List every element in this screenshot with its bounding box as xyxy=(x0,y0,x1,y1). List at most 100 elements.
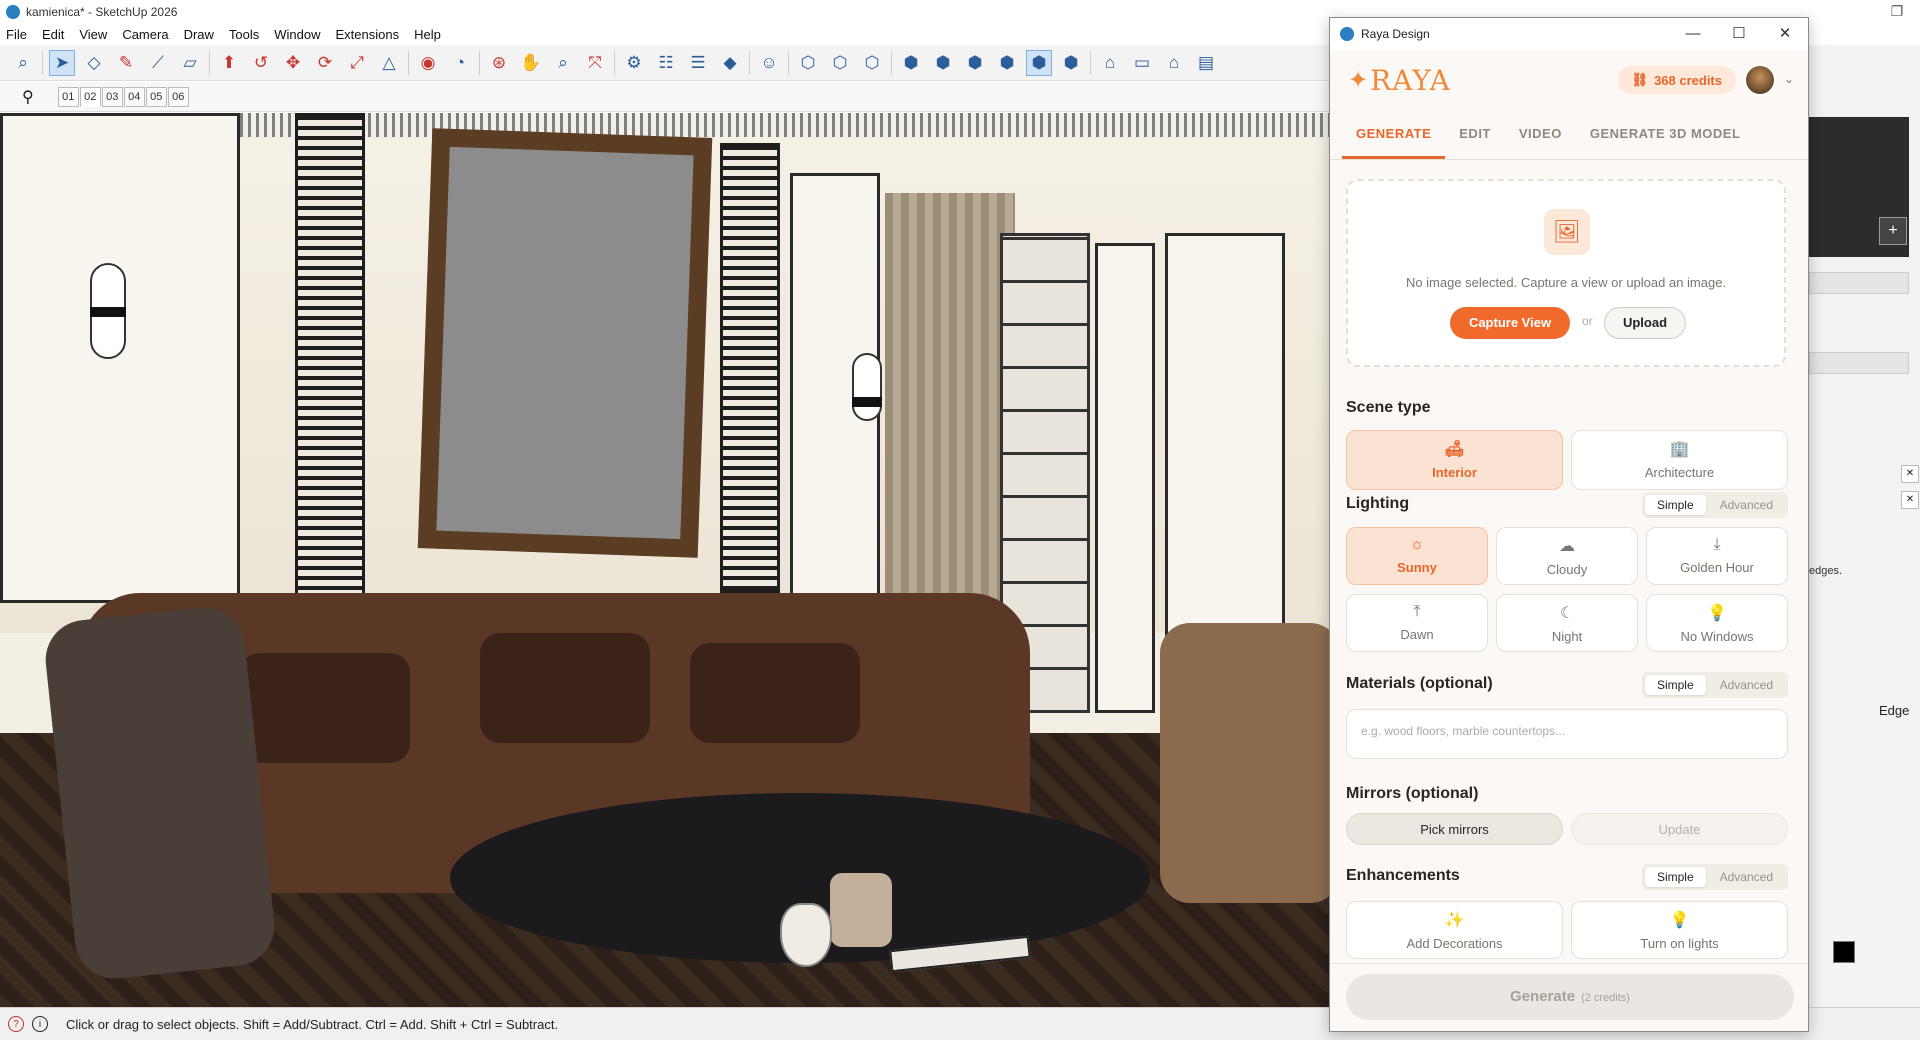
menu-draw[interactable]: Draw xyxy=(184,27,214,42)
materials-mode-toggle: Simple Advanced xyxy=(1641,672,1788,698)
rotate-icon[interactable]: ⟳ xyxy=(312,50,338,76)
menu-help[interactable]: Help xyxy=(414,27,441,42)
lighting-advanced[interactable]: Advanced xyxy=(1708,495,1785,515)
select-tool-icon[interactable]: ➤ xyxy=(49,49,75,76)
top-view-icon[interactable]: ▭ xyxy=(1129,50,1155,76)
warehouse-icon[interactable]: ⚙ xyxy=(621,50,647,76)
enhancements-simple[interactable]: Simple xyxy=(1644,867,1706,887)
enhancement-turn-on-lights[interactable]: 💡 Turn on lights xyxy=(1571,901,1788,959)
lighting-dawn[interactable]: ⤒ Dawn xyxy=(1346,594,1488,652)
scene-tab-02[interactable]: 02 xyxy=(79,86,101,107)
orbit-icon[interactable]: ⊛ xyxy=(486,50,512,76)
shaded-style-icon[interactable]: ⬢ xyxy=(930,50,956,76)
tab-generate-3d-model[interactable]: GENERATE 3D MODEL xyxy=(1576,110,1755,159)
maximize-icon[interactable]: ☐ xyxy=(1716,18,1762,50)
lighting-cloudy[interactable]: ☁ Cloudy xyxy=(1496,527,1638,585)
create-material-icon[interactable]: + xyxy=(1879,217,1907,245)
model-viewport[interactable] xyxy=(0,113,1330,1007)
lighting-golden-hour[interactable]: ⤓ Golden Hour xyxy=(1646,527,1788,585)
close-icon[interactable]: ✕ xyxy=(1901,465,1919,483)
info-icon[interactable]: i xyxy=(32,1016,48,1032)
scene-tab-05[interactable]: 05 xyxy=(145,86,167,107)
layout-icon[interactable]: ☰ xyxy=(685,50,711,76)
zoom-extents-icon[interactable]: ⤧ xyxy=(582,50,608,76)
bulb-icon: 💡 xyxy=(1707,605,1727,622)
offset-icon[interactable]: △ xyxy=(376,50,402,76)
close-icon[interactable]: ✕ xyxy=(1762,18,1808,50)
menu-tools[interactable]: Tools xyxy=(229,27,259,42)
materials-advanced[interactable]: Advanced xyxy=(1708,675,1785,695)
pencil-icon[interactable]: ✎ xyxy=(113,50,139,76)
lighting-simple[interactable]: Simple xyxy=(1644,495,1706,515)
tray-dropdown[interactable] xyxy=(1809,352,1909,374)
follow-me-icon[interactable]: ↺ xyxy=(248,50,274,76)
restore-icon[interactable]: ❐ xyxy=(1874,0,1920,23)
tab-generate[interactable]: GENERATE xyxy=(1342,110,1446,159)
scene-search-icon[interactable]: ⚲ xyxy=(22,87,34,107)
push-pull-icon[interactable]: ⬆ xyxy=(216,50,242,76)
enhancement-add-decorations[interactable]: ✨ Add Decorations xyxy=(1346,901,1563,959)
move-icon[interactable]: ✥ xyxy=(280,50,306,76)
iso-view-icon[interactable]: ⌂ xyxy=(1097,50,1123,76)
active-style-icon[interactable]: ⬢ xyxy=(1026,49,1052,76)
shaded-textures-style-icon[interactable]: ⬢ xyxy=(962,50,988,76)
scene-type-interior[interactable]: 🛋 Interior xyxy=(1346,430,1563,490)
materials-input[interactable]: e.g. wood floors, marble countertops... xyxy=(1346,709,1788,759)
scale-icon[interactable]: ⤢ xyxy=(344,50,370,76)
tape-measure-icon[interactable]: ◉ xyxy=(415,50,441,76)
tray-input[interactable] xyxy=(1809,272,1909,294)
generate-button[interactable]: Generate (2 credits) xyxy=(1346,974,1794,1020)
scene-tab-06[interactable]: 06 xyxy=(167,86,189,107)
chevron-down-icon[interactable]: ⌄ xyxy=(1784,72,1794,86)
monochrome-style-icon[interactable]: ⬢ xyxy=(994,50,1020,76)
wireframe-style-icon[interactable]: ⬡ xyxy=(859,50,885,76)
geolocation-icon[interactable]: ? xyxy=(8,1016,24,1032)
hidden-line-style-icon[interactable]: ⬢ xyxy=(898,50,924,76)
front-view-icon[interactable]: ⌂ xyxy=(1161,50,1187,76)
upload-button[interactable]: Upload xyxy=(1604,307,1686,339)
credits-badge[interactable]: ⛓ 368 credits xyxy=(1617,66,1736,94)
status-message: Click or drag to select objects. Shift =… xyxy=(66,1016,559,1032)
scene-tab-04[interactable]: 04 xyxy=(123,86,145,107)
menu-file[interactable]: File xyxy=(6,27,27,42)
close-icon[interactable]: ✕ xyxy=(1901,491,1919,509)
minimize-icon[interactable]: — xyxy=(1670,18,1716,50)
avatar[interactable] xyxy=(1744,64,1776,96)
menu-edit[interactable]: Edit xyxy=(42,27,64,42)
scene-tab-03[interactable]: 03 xyxy=(101,86,123,107)
rectangle-tool-icon[interactable]: ▱ xyxy=(177,50,203,76)
lighting-night[interactable]: ☾ Night xyxy=(1496,594,1638,652)
update-mirrors-button[interactable]: Update xyxy=(1571,813,1788,845)
materials-simple[interactable]: Simple xyxy=(1644,675,1706,695)
pan-icon[interactable]: ✋ xyxy=(518,50,544,76)
tab-video[interactable]: VIDEO xyxy=(1505,110,1576,159)
extension-warehouse-icon[interactable]: ☷ xyxy=(653,50,679,76)
scene-tab-01[interactable]: 01 xyxy=(57,86,79,107)
tab-edit[interactable]: EDIT xyxy=(1445,110,1505,159)
account-icon[interactable]: ☺ xyxy=(756,50,782,76)
capture-view-button[interactable]: Capture View xyxy=(1450,307,1570,339)
right-view-icon[interactable]: ▤ xyxy=(1193,50,1219,76)
lighting-no-windows[interactable]: 💡 No Windows xyxy=(1646,594,1788,652)
search-icon[interactable]: ⌕ xyxy=(10,50,36,76)
menu-camera[interactable]: Camera xyxy=(122,27,168,42)
lighting-sunny[interactable]: ☼ Sunny xyxy=(1346,527,1488,585)
zoom-icon[interactable]: ⌕ xyxy=(550,50,576,76)
enhancements-advanced[interactable]: Advanced xyxy=(1708,867,1785,887)
xray-style-icon[interactable]: ⬡ xyxy=(795,50,821,76)
line-tool-icon[interactable]: ⟋ xyxy=(145,50,171,76)
pick-mirrors-button[interactable]: Pick mirrors xyxy=(1346,813,1563,845)
generate-cost: (2 credits) xyxy=(1581,992,1630,1004)
image-dropzone[interactable]: 🖼 No image selected. Capture a view or u… xyxy=(1346,179,1786,367)
materials-icon[interactable]: ◆ xyxy=(717,50,743,76)
color-swatch[interactable] xyxy=(1833,941,1855,963)
protractor-icon[interactable]: ◔ xyxy=(447,50,473,76)
back-edges-style-icon[interactable]: ⬡ xyxy=(827,50,853,76)
magic-wand-icon: ✨ xyxy=(1444,912,1465,929)
eraser-icon[interactable]: ◇ xyxy=(81,50,107,76)
menu-window[interactable]: Window xyxy=(274,27,320,42)
scene-type-architecture[interactable]: 🏢 Architecture xyxy=(1571,430,1788,490)
menu-extensions[interactable]: Extensions xyxy=(336,27,400,42)
ambient-occlusion-icon[interactable]: ⬢ xyxy=(1058,50,1084,76)
menu-view[interactable]: View xyxy=(79,27,107,42)
